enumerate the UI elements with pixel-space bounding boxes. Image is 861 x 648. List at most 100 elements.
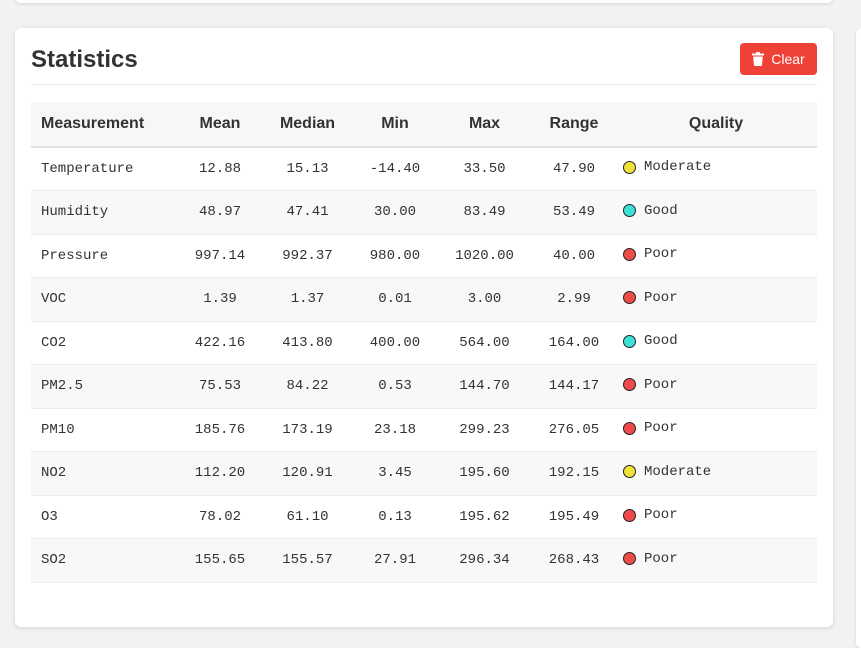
cell-mean: 997.14 (194, 247, 246, 264)
cell-quality: Moderate (615, 452, 817, 496)
quality-indicator: Poor (623, 551, 678, 567)
quality-indicator: Poor (623, 420, 678, 436)
cell-min: 0.01 (378, 291, 412, 308)
cell-median: 155.57 (282, 552, 333, 569)
cell-min: -14.40 (369, 161, 421, 177)
quality-dot-icon (623, 160, 636, 174)
quality-dot-icon (623, 421, 636, 435)
quality-label: Moderate (644, 159, 712, 176)
previous-panel (15, 0, 833, 3)
cell-min: 400.00 (369, 334, 421, 351)
table-row: PM10 185.76 173.19 23.18 299.23 276.05 Poor (31, 408, 817, 452)
cell-max: 195.62 (459, 508, 510, 525)
cell-mean: 12.88 (198, 161, 241, 177)
cell-median: 61.10 (286, 508, 329, 525)
quality-label: Poor (644, 289, 678, 306)
cell-quality: Poor (615, 234, 817, 278)
cell-range: 40.00 (552, 247, 595, 264)
quality-label: Poor (644, 550, 678, 567)
header-max[interactable]: Max (436, 102, 533, 147)
cell-min: 980.00 (369, 247, 421, 264)
header-measurement[interactable]: Measurement (31, 102, 179, 147)
cell-measurement: SO2 (41, 552, 67, 569)
cell-median: 413.80 (282, 334, 333, 351)
cell-range: 268.43 (548, 552, 600, 569)
cell-median: 15.13 (286, 161, 329, 177)
quality-label: Good (644, 333, 678, 349)
quality-label: Moderate (644, 463, 712, 480)
cell-min: 0.53 (378, 378, 412, 395)
table-row: PM2.5 75.53 84.22 0.53 144.70 144.17 Poor (31, 364, 817, 409)
table-row: SO2 155.65 155.57 27.91 296.34 268.43 Poor (31, 538, 817, 583)
quality-indicator: Moderate (623, 464, 711, 480)
cell-measurement: VOC (41, 291, 67, 308)
cell-quality: Poor (615, 365, 817, 409)
cell-measurement: Humidity (41, 204, 109, 221)
cell-median: 84.22 (286, 378, 329, 395)
quality-dot-icon (623, 552, 636, 565)
quality-dot-icon (623, 247, 636, 261)
quality-dot-icon (623, 378, 636, 391)
quality-label: Good (644, 202, 678, 219)
panel-title: Statistics (31, 46, 138, 73)
quality-label: Poor (644, 376, 678, 393)
cell-mean: 185.76 (194, 421, 246, 438)
quality-dot-icon (623, 204, 636, 217)
cell-median: 120.91 (282, 465, 333, 482)
cell-mean: 155.65 (194, 552, 246, 569)
table-row: O3 78.02 61.10 0.13 195.62 195.49 Poor (31, 495, 817, 539)
cell-quality: Good (615, 191, 817, 235)
cell-median: 992.37 (282, 247, 333, 264)
cell-quality: Poor (615, 539, 817, 583)
quality-indicator: Good (623, 203, 678, 219)
cell-quality: Moderate (615, 147, 817, 191)
cell-range: 276.05 (548, 421, 600, 438)
cell-mean: 78.02 (198, 508, 241, 525)
quality-indicator: Poor (623, 246, 678, 262)
quality-label: Poor (644, 420, 678, 436)
cell-max: 299.23 (459, 421, 510, 438)
cell-max: 3.00 (467, 291, 502, 308)
cell-range: 47.90 (552, 161, 595, 177)
table-row: Pressure 997.14 992.37 980.00 1020.00 40.00 Po… (31, 234, 817, 278)
table-header-row: Measurement Mean Median Min Max Range Qu… (31, 102, 817, 147)
quality-dot-icon (623, 508, 636, 522)
header-quality[interactable]: Quality (615, 102, 817, 147)
cell-range: 144.17 (548, 378, 600, 395)
cell-measurement: PM2.5 (41, 378, 84, 395)
header-range[interactable]: Range (533, 102, 615, 147)
cell-quality: Poor (615, 495, 817, 539)
cell-min: 0.13 (378, 508, 412, 525)
table-row: Temperature 12.88 15.13 -14.40 33.50 47.90 Mod… (31, 147, 817, 191)
cell-measurement: PM10 (41, 421, 75, 438)
cell-quality: Good (615, 321, 817, 365)
quality-indicator: Poor (623, 290, 678, 306)
header-median[interactable]: Median (261, 102, 354, 147)
table-row: Humidity 48.97 47.41 30.00 83.49 53.49 Good (31, 190, 817, 235)
quality-label: Poor (644, 246, 678, 262)
cell-quality: Poor (615, 278, 817, 322)
cell-mean: 422.16 (194, 334, 246, 351)
cell-range: 2.99 (557, 291, 591, 308)
cell-max: 1020.00 (455, 247, 514, 264)
side-panel (856, 28, 861, 648)
header-mean[interactable]: Mean (179, 102, 261, 147)
panel-header: Statistics Clear (31, 43, 817, 85)
quality-indicator: Poor (623, 377, 678, 393)
cell-mean: 1.39 (203, 291, 237, 308)
clear-button[interactable]: Clear (740, 43, 817, 75)
table-row: CO2 422.16 413.80 400.00 564.00 164.00 Good (31, 321, 817, 365)
quality-indicator: Moderate (623, 159, 711, 175)
cell-max: 195.60 (459, 465, 510, 482)
quality-label: Poor (644, 507, 678, 523)
quality-dot-icon (623, 334, 636, 348)
header-min[interactable]: Min (354, 102, 436, 147)
cell-min: 3.45 (378, 465, 412, 482)
cell-min: 27.91 (373, 552, 416, 569)
cell-max: 33.50 (463, 161, 506, 177)
cell-measurement: Temperature (41, 161, 134, 177)
quality-dot-icon (623, 465, 636, 478)
cell-median: 173.19 (282, 421, 333, 438)
quality-dot-icon (623, 291, 636, 304)
cell-range: 192.15 (548, 465, 600, 482)
